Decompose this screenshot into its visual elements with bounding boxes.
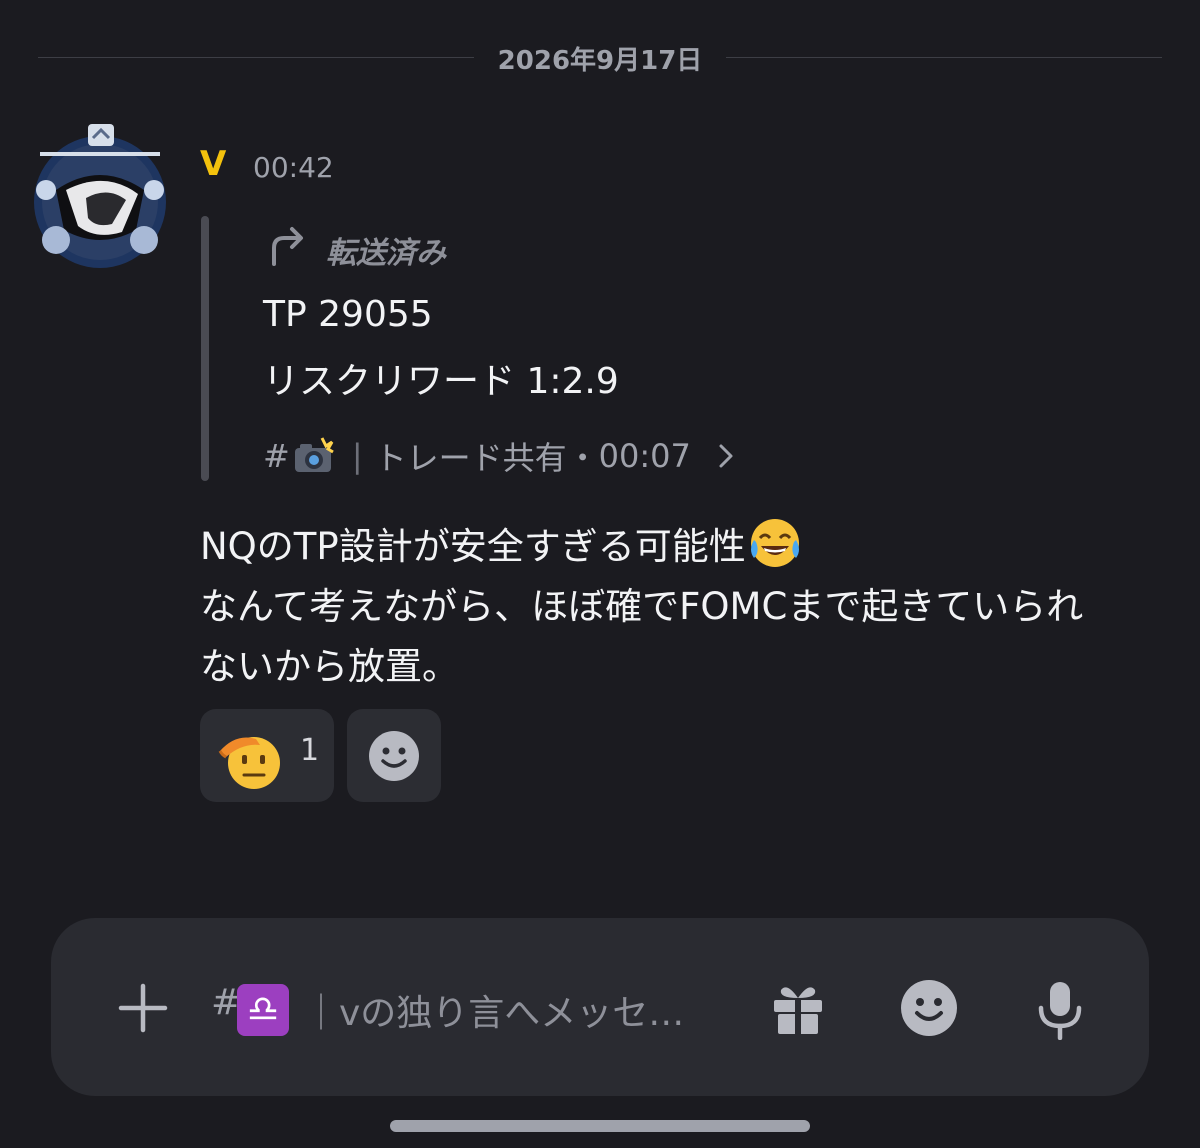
gift-icon[interactable]	[769, 980, 827, 1038]
message-text-segment: NQのTP設計が安全すぎる可能性	[200, 525, 746, 568]
forwarded-label: 転送済み	[326, 236, 446, 271]
source-separator: |	[351, 437, 363, 475]
home-indicator[interactable]	[390, 1120, 810, 1132]
reaction-count: 1	[300, 733, 320, 768]
author-name[interactable]: V	[200, 144, 226, 184]
chevron-right-icon	[719, 444, 733, 468]
message-composer: # ♎ ｜vの独り言へメッセ…	[51, 918, 1149, 1096]
forwarded-text-line: リスクリワード 1:2.9	[263, 361, 619, 402]
source-time: 00:07	[598, 437, 691, 475]
emoji-icon[interactable]	[899, 978, 959, 1038]
forwarded-source-link[interactable]: # | トレード共有 ・ 00:07	[263, 434, 735, 478]
source-hash: #	[263, 437, 290, 475]
plus-icon[interactable]	[115, 980, 171, 1036]
date-divider: 2026年9月17日	[38, 40, 1162, 76]
message-text-line: NQのTP設計が安全すぎる可能性	[200, 516, 802, 570]
libra-channel-icon: ♎	[237, 984, 289, 1036]
forwarded-text-line: TP 29055	[263, 294, 433, 335]
microphone-icon[interactable]	[1035, 980, 1085, 1040]
message-text-line: なんて考えながら、ほぼ確でFOMCまで起きていられ	[200, 585, 1084, 628]
message-input[interactable]: ｜vの独り言へメッセ…	[303, 984, 684, 1036]
add-reaction-button[interactable]	[347, 709, 441, 802]
tears-of-joy-emoji-icon	[750, 519, 799, 567]
avatar[interactable]	[26, 120, 174, 272]
date-label: 2026年9月17日	[497, 46, 703, 76]
camera-flash-emoji-icon	[294, 437, 334, 472]
forward-arrow-icon	[272, 227, 303, 266]
message-timestamp: 00:42	[253, 151, 334, 184]
source-channel-name: トレード共有	[374, 439, 567, 477]
add-reaction-icon	[369, 731, 419, 781]
message-text-line: ないから放置。	[200, 645, 459, 688]
divider-line-right	[726, 57, 1162, 58]
forward-quote-bar	[201, 216, 209, 481]
reaction-saluting-face[interactable]: 1	[200, 709, 334, 802]
saluting-face-emoji-icon	[218, 737, 280, 789]
source-dot: ・	[566, 439, 599, 477]
